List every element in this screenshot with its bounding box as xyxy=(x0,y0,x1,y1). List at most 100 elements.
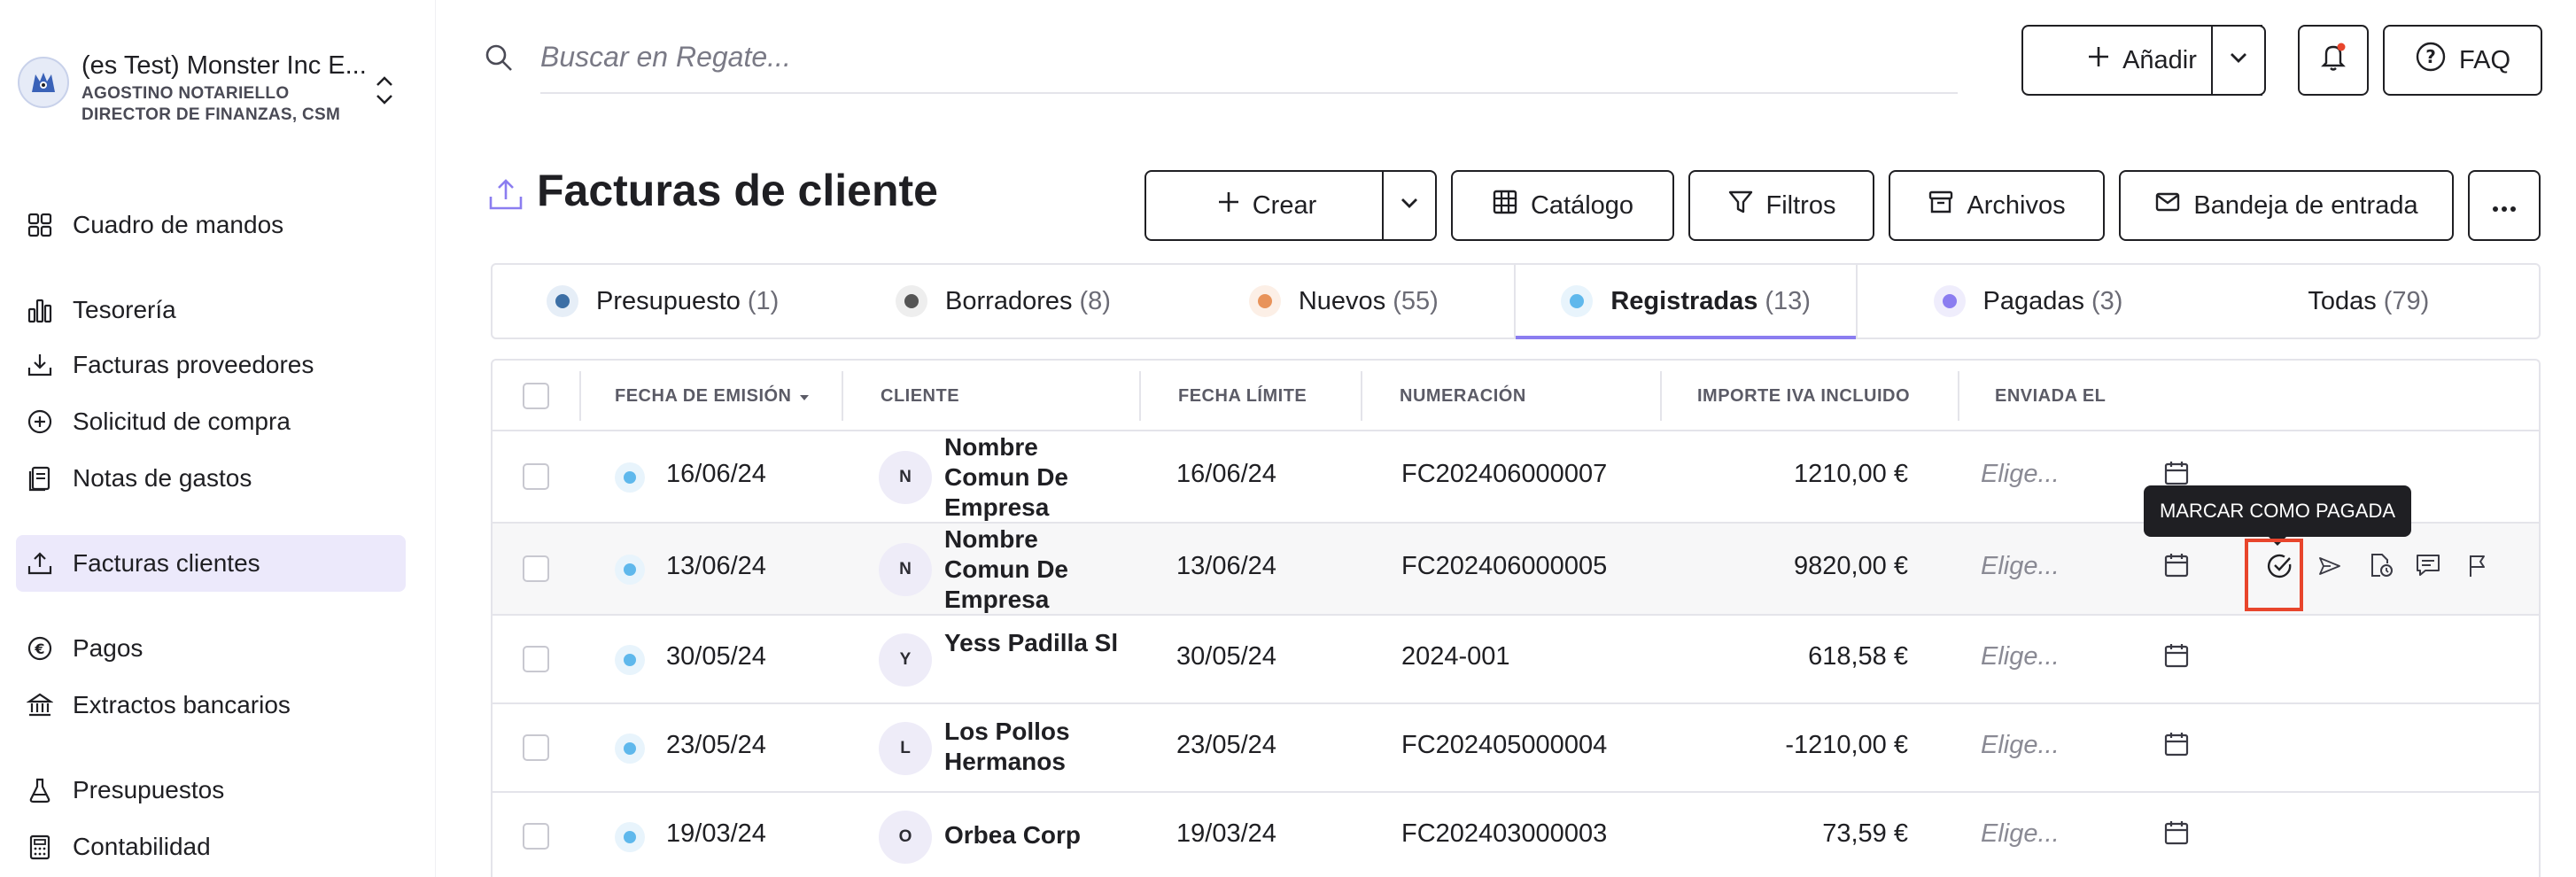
sidebar-item-facturas-proveedores[interactable]: Facturas proveedores xyxy=(16,337,406,393)
archive-button[interactable]: Archivos xyxy=(1889,170,2105,241)
faq-button[interactable]: ? FAQ xyxy=(2383,25,2542,96)
invoices-table: FECHA DE EMISIÓN CLIENTE FECHA LÍMITE NU… xyxy=(491,359,2541,877)
sidebar-item-contabilidad[interactable]: Contabilidad xyxy=(16,819,406,875)
status-dot-icon xyxy=(1933,285,1966,317)
sidebar-item-extractos-bancarios[interactable]: Extractos bancarios xyxy=(16,677,406,733)
sent-date-picker[interactable]: Elige... xyxy=(1981,642,2060,671)
status-dot-icon xyxy=(615,733,645,764)
more-options-button[interactable] xyxy=(2468,170,2541,241)
sidebar-item-solicitud-de-compra[interactable]: Solicitud de compra xyxy=(16,393,406,450)
invoice-number: 2024-001 xyxy=(1401,642,1510,671)
sidebar-item-facturas-clientes[interactable]: Facturas clientes xyxy=(16,535,406,592)
row-checkbox[interactable] xyxy=(523,555,549,582)
calendar-icon[interactable] xyxy=(2163,731,2190,762)
tab-label: Pagadas xyxy=(1982,286,2085,315)
status-dot-icon xyxy=(615,645,645,675)
calendar-icon[interactable] xyxy=(2163,552,2190,583)
status-dot-icon xyxy=(1248,285,1281,317)
table-row[interactable]: 30/05/24 Y Yess Padilla Sl 30/05/24 2024… xyxy=(493,616,2539,704)
col-cliente[interactable]: CLIENTE xyxy=(881,361,959,431)
issue-date: 13/06/24 xyxy=(666,552,766,580)
row-checkbox[interactable] xyxy=(523,823,549,850)
create-button[interactable]: Crear xyxy=(1144,170,1389,241)
col-fecha-limite[interactable]: FECHA LÍMITE xyxy=(1178,361,1307,431)
amount: 1210,00 € xyxy=(1793,460,1908,488)
issue-date: 19/03/24 xyxy=(666,819,766,848)
calendar-icon[interactable] xyxy=(2163,819,2190,850)
action-highlight-box xyxy=(2245,539,2303,611)
faq-button-label: FAQ xyxy=(2458,45,2510,74)
catalog-button[interactable]: Catálogo xyxy=(1451,170,1674,241)
column-divider xyxy=(1958,371,1959,421)
sent-date-picker[interactable]: Elige... xyxy=(1981,552,2060,581)
sidebar: (es Test) Monster Inc E... AGOSTINO NOTA… xyxy=(0,0,436,877)
catalog-button-label: Catálogo xyxy=(1530,190,1634,220)
col-numeracion[interactable]: NUMERACIÓN xyxy=(1400,361,1526,431)
add-dropdown-button[interactable] xyxy=(2211,25,2266,96)
sent-date-picker[interactable]: Elige... xyxy=(1981,819,2060,849)
chevron-down-icon xyxy=(1399,191,1420,221)
sidebar-item-label: Facturas clientes xyxy=(73,549,260,577)
table-row[interactable]: 23/05/24 L Los Pollos Hermanos 23/05/24 … xyxy=(493,704,2539,793)
comment-icon[interactable] xyxy=(2415,552,2441,583)
chevron-up-down-icon[interactable] xyxy=(372,67,397,116)
flag-icon[interactable] xyxy=(2466,552,2489,583)
tab-pagadas[interactable]: Pagadas (3) xyxy=(1858,265,2198,338)
inbox-button[interactable]: Bandeja de entrada xyxy=(2119,170,2454,241)
sent-date-picker[interactable]: Elige... xyxy=(1981,460,2060,489)
notifications-button[interactable] xyxy=(2298,25,2369,96)
sidebar-item-cuadro-de-mandos[interactable]: Cuadro de mandos xyxy=(16,197,406,253)
status-tabs: Presupuesto (1) Borradores (8) Nuevos (5… xyxy=(491,263,2541,339)
sidebar-item-presupuestos[interactable]: Presupuestos xyxy=(16,762,406,819)
tab-label: Registradas xyxy=(1610,286,1758,315)
add-button-label: Añadir xyxy=(2122,45,2197,74)
tab-registradas[interactable]: Registradas (13) xyxy=(1513,265,1858,339)
col-fecha-emision[interactable]: FECHA DE EMISIÓN xyxy=(615,361,810,431)
plus-icon xyxy=(1217,190,1240,221)
table-row[interactable]: 13/06/24 N Nombre Comun De Empresa 13/06… xyxy=(493,524,2539,616)
sidebar-item-notas-de-gastos[interactable]: Notas de gastos xyxy=(16,450,406,507)
col-importe[interactable]: IMPORTE IVA INCLUIDO xyxy=(1697,361,1910,431)
sidebar-item-tesoreria[interactable]: Tesorería xyxy=(16,282,406,338)
client-name: Los Pollos Hermanos xyxy=(944,718,1070,775)
sent-date-picker[interactable]: Elige... xyxy=(1981,731,2060,760)
avatar: O xyxy=(879,811,932,864)
document-clock-icon[interactable] xyxy=(2367,552,2394,583)
send-icon[interactable] xyxy=(2317,554,2342,583)
company-name: (es Test) Monster Inc E... xyxy=(81,51,367,80)
row-checkbox[interactable] xyxy=(523,646,549,672)
search-input[interactable]: Buscar en Regate... xyxy=(540,41,791,74)
company-switcher[interactable]: (es Test) Monster Inc E... AGOSTINO NOTA… xyxy=(18,51,407,126)
tab-count: (13) xyxy=(1765,286,1811,315)
search-bar[interactable]: Buscar en Regate... xyxy=(484,18,1959,96)
row-checkbox[interactable] xyxy=(523,463,549,490)
invoice-number: FC202403000003 xyxy=(1401,819,1608,848)
column-divider xyxy=(579,371,581,421)
amount: -1210,00 € xyxy=(1785,731,1908,759)
filters-button-label: Filtros xyxy=(1765,190,1836,220)
calendar-icon[interactable] xyxy=(2163,642,2190,673)
row-checkbox[interactable] xyxy=(523,734,549,761)
tab-label: Presupuesto xyxy=(596,286,741,315)
tab-todas[interactable]: Todas (79) xyxy=(2199,265,2539,338)
tab-label: Todas xyxy=(2308,286,2377,315)
select-all-checkbox[interactable] xyxy=(523,383,549,409)
sidebar-item-label: Presupuestos xyxy=(73,776,225,803)
table-row[interactable]: 19/03/24 O Orbea Corp 19/03/24 FC2024030… xyxy=(493,793,2539,877)
tab-borradores[interactable]: Borradores (8) xyxy=(833,265,1173,338)
sidebar-item-label: Solicitud de compra xyxy=(73,407,291,435)
col-enviada-el[interactable]: ENVIADA EL xyxy=(1995,361,2106,431)
create-dropdown-button[interactable] xyxy=(1382,170,1437,241)
user-name: AGOSTINO NOTARIELLO xyxy=(81,84,290,103)
sidebar-item-label: Tesorería xyxy=(73,296,176,323)
issue-date: 16/06/24 xyxy=(666,460,766,488)
status-dot-icon xyxy=(896,285,928,317)
sidebar-item-pagos[interactable]: € Pagos xyxy=(16,620,406,677)
search-icon xyxy=(484,43,514,77)
tab-presupuesto[interactable]: Presupuesto (1) xyxy=(493,265,833,338)
filters-button[interactable]: Filtros xyxy=(1688,170,1874,241)
tab-count: (3) xyxy=(2091,286,2123,315)
client-name: Nombre Comun De Empresa xyxy=(944,525,1068,613)
tab-nuevos[interactable]: Nuevos (55) xyxy=(1174,265,1514,338)
due-date: 30/05/24 xyxy=(1176,642,1276,671)
